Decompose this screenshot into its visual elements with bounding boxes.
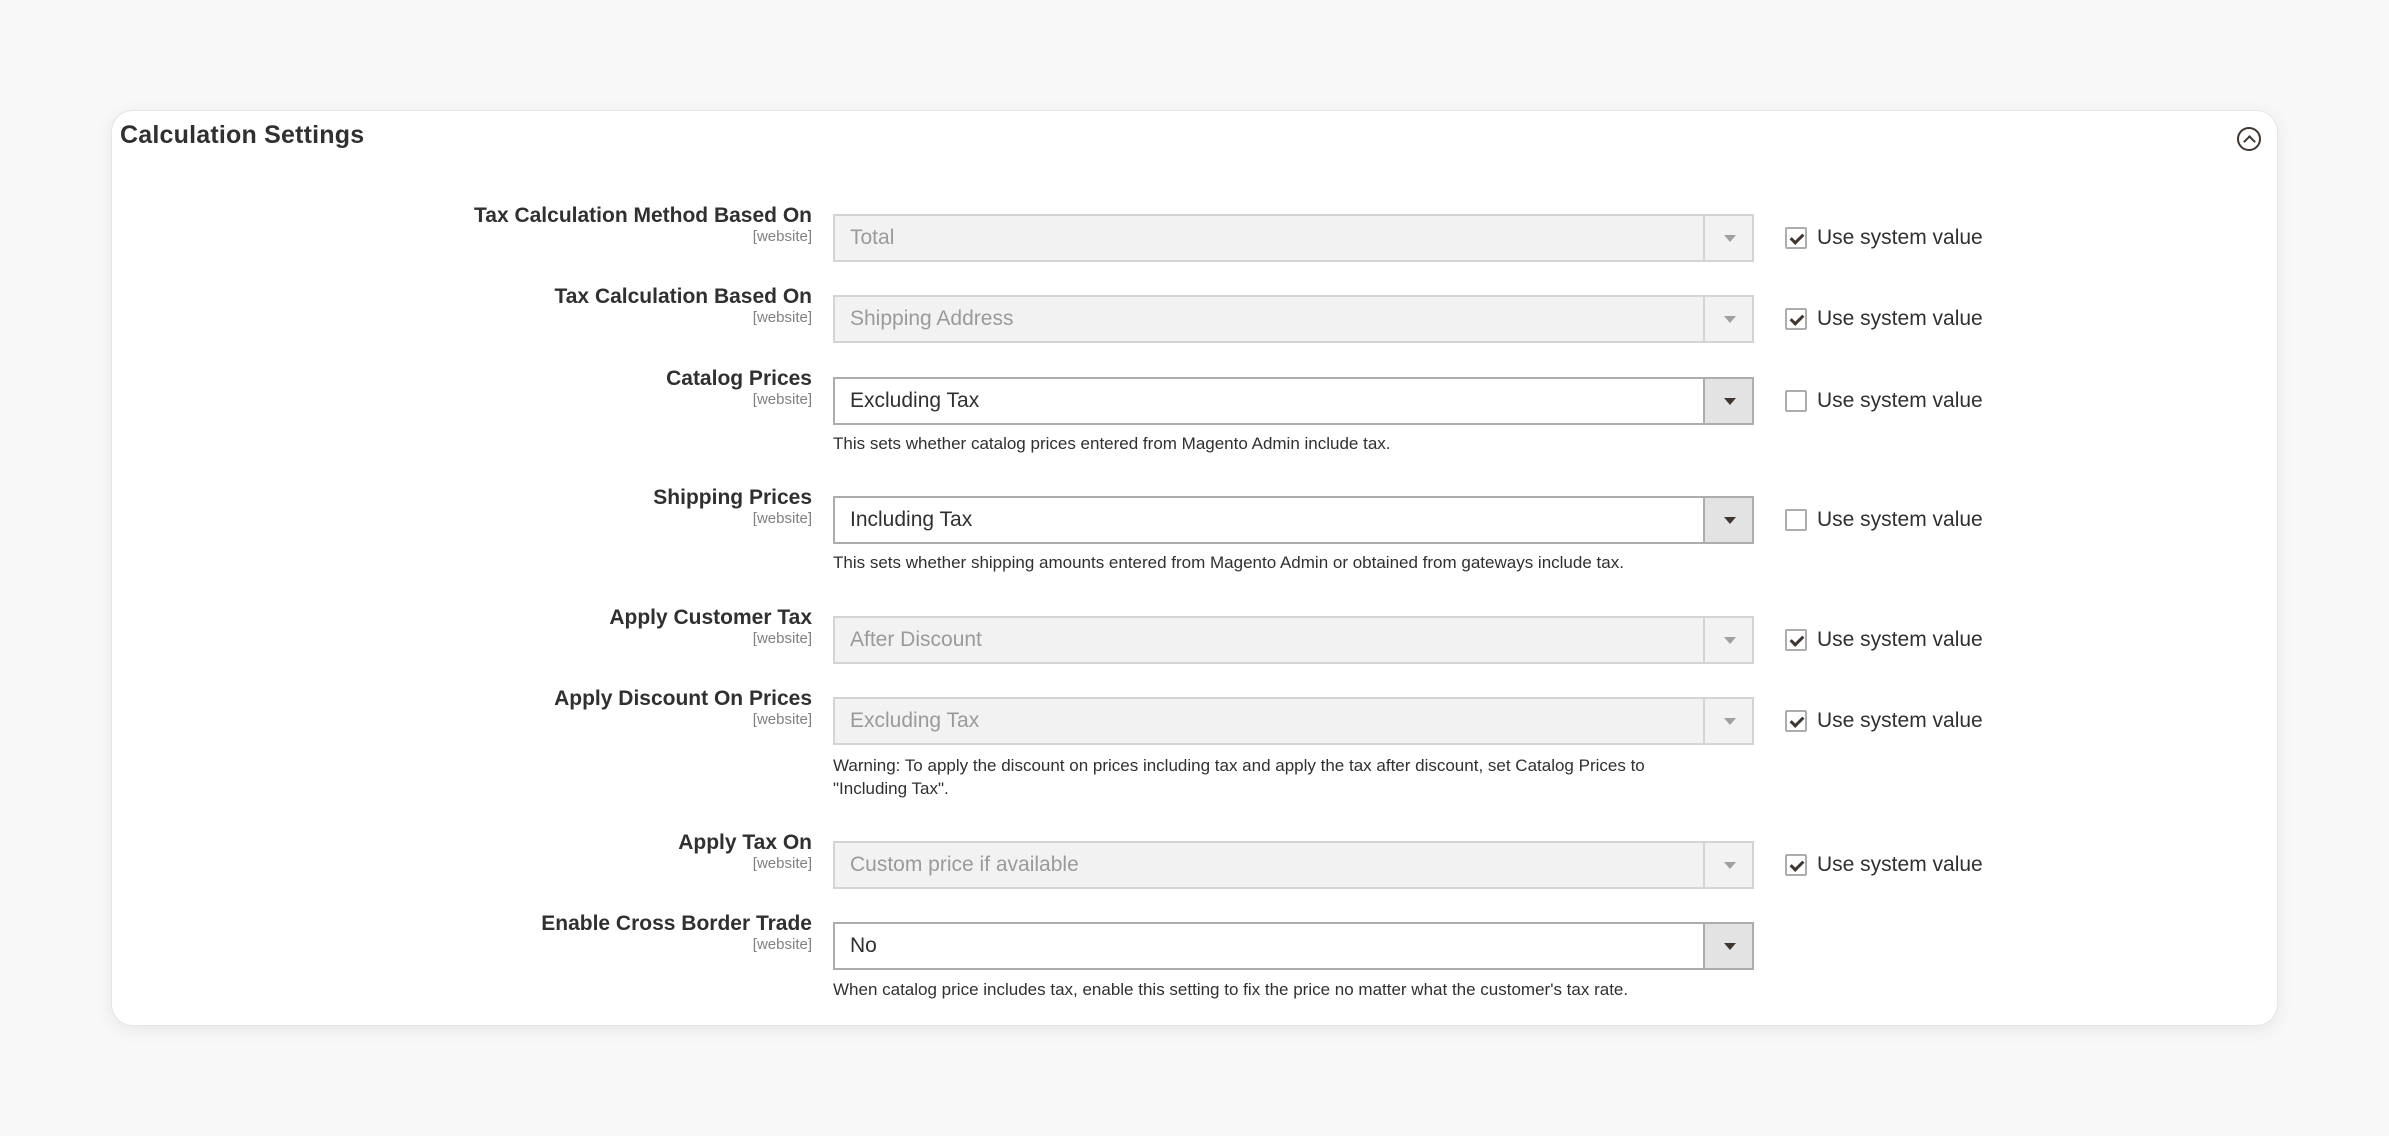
select-value: Custom price if available [850,853,1079,876]
field-row-apply-customer-tax: Apply Customer Tax [website] After Disco… [112,606,2277,664]
catalog-prices-select[interactable]: Excluding Tax [833,377,1754,425]
field-row-tax-calculation-based-on: Tax Calculation Based On [website] Shipp… [112,285,2277,343]
chevron-down-icon [1703,618,1752,662]
use-system-value-checkbox[interactable]: Use system value [1785,697,1983,745]
checkbox-checked[interactable] [1785,227,1807,249]
field-label-text: Apply Tax On [678,831,812,854]
select-value: Including Tax [850,508,973,531]
use-system-value-checkbox[interactable]: Use system value [1785,214,1983,262]
apply-tax-on-select[interactable]: Custom price if available [833,841,1754,889]
warning-line-1: Warning: To apply the discount on prices… [833,756,1645,775]
field-label: Tax Calculation Based On [website] [554,285,812,326]
field-row-shipping-prices: Shipping Prices [website] Including Tax … [112,486,2277,544]
section-title: Calculation Settings [120,121,365,149]
tax-calculation-based-on-select[interactable]: Shipping Address [833,295,1754,343]
chevron-down-icon [1703,699,1752,743]
checkbox-unchecked[interactable] [1785,509,1807,531]
field-scope: [website] [752,711,812,728]
checkbox-checked[interactable] [1785,710,1807,732]
chevron-down-icon [1703,216,1752,260]
checkbox-checked[interactable] [1785,629,1807,651]
field-scope: [website] [752,391,812,408]
select-value: After Discount [850,628,982,651]
field-row-catalog-prices: Catalog Prices [website] Excluding Tax U… [112,367,2277,425]
chevron-down-icon [1703,843,1752,887]
field-label-text: Apply Customer Tax [609,606,812,629]
field-scope: [website] [752,855,812,872]
checkbox-checked[interactable] [1785,308,1807,330]
field-label: Catalog Prices [website] [666,367,812,408]
chevron-down-icon [1703,498,1752,542]
warning-line-2: "Including Tax". [833,779,949,798]
field-label-text: Catalog Prices [666,367,812,390]
chevron-down-icon [1703,379,1752,423]
checkbox-label: Use system value [1817,853,1983,876]
select-value: Total [850,226,895,249]
chevron-up-circle-icon[interactable] [2237,127,2261,151]
apply-customer-tax-select[interactable]: After Discount [833,616,1754,664]
field-row-tax-calculation-method: Tax Calculation Method Based On [website… [112,204,2277,262]
field-row-apply-tax-on: Apply Tax On [website] Custom price if a… [112,831,2277,889]
checkbox-unchecked[interactable] [1785,390,1807,412]
field-note: When catalog price includes tax, enable … [833,980,1629,999]
field-label-text: Apply Discount On Prices [554,687,812,710]
field-row-enable-cross-border-trade: Enable Cross Border Trade [website] No [112,912,2277,970]
calculation-settings-panel: Calculation Settings Tax Calculation Met… [111,110,2278,1026]
field-scope: [website] [752,510,812,527]
enable-cross-border-trade-select[interactable]: No [833,922,1754,970]
field-scope: [website] [752,936,812,953]
field-label-text: Tax Calculation Method Based On [474,204,812,227]
select-value: No [850,934,877,957]
field-label: Tax Calculation Method Based On [website… [474,204,812,245]
select-value: Shipping Address [850,307,1014,330]
field-scope: [website] [752,630,812,647]
select-value: Excluding Tax [850,709,980,732]
checkbox-label: Use system value [1817,628,1983,651]
field-label: Apply Customer Tax [website] [609,606,812,647]
select-value: Excluding Tax [850,389,980,412]
field-label-text: Tax Calculation Based On [554,285,812,308]
checkbox-label: Use system value [1817,508,1983,531]
tax-calculation-method-select[interactable]: Total [833,214,1754,262]
field-note: This sets whether catalog prices entered… [833,434,1391,453]
field-label: Apply Discount On Prices [website] [554,687,812,728]
chevron-down-icon [1703,297,1752,341]
field-label: Enable Cross Border Trade [website] [541,912,812,953]
field-scope: [website] [752,309,812,326]
field-scope: [website] [752,228,812,245]
use-system-value-checkbox[interactable]: Use system value [1785,295,1983,343]
use-system-value-checkbox[interactable]: Use system value [1785,616,1983,664]
shipping-prices-select[interactable]: Including Tax [833,496,1754,544]
checkbox-checked[interactable] [1785,854,1807,876]
checkbox-label: Use system value [1817,307,1983,330]
field-label: Shipping Prices [website] [653,486,812,527]
use-system-value-checkbox[interactable]: Use system value [1785,377,1983,425]
field-label-text: Enable Cross Border Trade [541,912,812,935]
field-label: Apply Tax On [website] [678,831,812,872]
use-system-value-checkbox[interactable]: Use system value [1785,841,1983,889]
checkbox-label: Use system value [1817,389,1983,412]
field-warning-note: Warning: To apply the discount on prices… [833,754,1733,800]
checkbox-label: Use system value [1817,226,1983,249]
field-note: This sets whether shipping amounts enter… [833,553,1624,572]
field-label-text: Shipping Prices [653,486,812,509]
checkbox-label: Use system value [1817,709,1983,732]
apply-discount-on-prices-select[interactable]: Excluding Tax [833,697,1754,745]
chevron-down-icon [1703,924,1752,968]
use-system-value-checkbox[interactable]: Use system value [1785,496,1983,544]
field-row-apply-discount-on-prices: Apply Discount On Prices [website] Exclu… [112,687,2277,745]
